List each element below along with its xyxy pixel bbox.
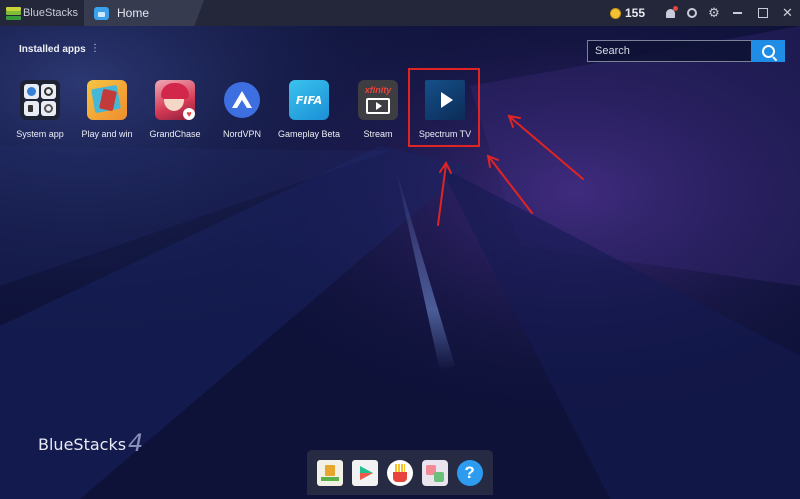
settings-button[interactable]: ⚙ bbox=[703, 0, 725, 26]
arrow-2 bbox=[488, 156, 533, 214]
logo-version: 4 bbox=[128, 429, 144, 457]
coin-count: 155 bbox=[624, 6, 645, 20]
fries-game-icon[interactable] bbox=[386, 459, 413, 486]
home-screen: Installed apps ⋮ System app Play and win… bbox=[0, 26, 800, 499]
download-icon[interactable] bbox=[317, 459, 344, 486]
brand: BlueStacks bbox=[0, 0, 78, 26]
annotation-arrows bbox=[437, 114, 584, 226]
gear-icon: ⚙ bbox=[708, 5, 720, 20]
maximize-button[interactable] bbox=[750, 0, 775, 26]
profile-ring-icon bbox=[687, 8, 697, 18]
profile-button[interactable] bbox=[681, 0, 703, 26]
brand-name: BlueStacks bbox=[22, 7, 78, 19]
maximize-icon bbox=[757, 8, 768, 18]
minimize-icon bbox=[733, 12, 742, 14]
bluestacks-4-logo: BlueStacks 4 bbox=[38, 429, 144, 457]
dock: ? bbox=[307, 450, 493, 495]
tab-home-label: Home bbox=[117, 6, 150, 20]
titlebar-controls: 155 ⚙ ✕ bbox=[609, 0, 800, 26]
play-store-icon[interactable] bbox=[352, 459, 379, 486]
app-center-icon[interactable] bbox=[421, 459, 448, 486]
bell-icon bbox=[665, 5, 678, 18]
heart-badge-icon: ♥ bbox=[183, 108, 195, 120]
close-button[interactable]: ✕ bbox=[775, 0, 800, 26]
bluestacks-logo-icon bbox=[6, 6, 21, 20]
title-bar: BlueStacks Home 155 ⚙ ✕ bbox=[0, 0, 800, 26]
close-icon: ✕ bbox=[782, 5, 793, 20]
tab-home[interactable]: Home bbox=[84, 0, 204, 26]
help-icon[interactable]: ? bbox=[456, 459, 483, 486]
coin-icon bbox=[609, 7, 621, 19]
minimize-button[interactable] bbox=[725, 0, 750, 26]
home-tab-icon bbox=[94, 6, 109, 20]
arrow-3 bbox=[509, 116, 584, 180]
notifications-button[interactable] bbox=[659, 0, 681, 26]
arrow-1 bbox=[437, 163, 447, 226]
logo-text: BlueStacks bbox=[38, 435, 127, 454]
